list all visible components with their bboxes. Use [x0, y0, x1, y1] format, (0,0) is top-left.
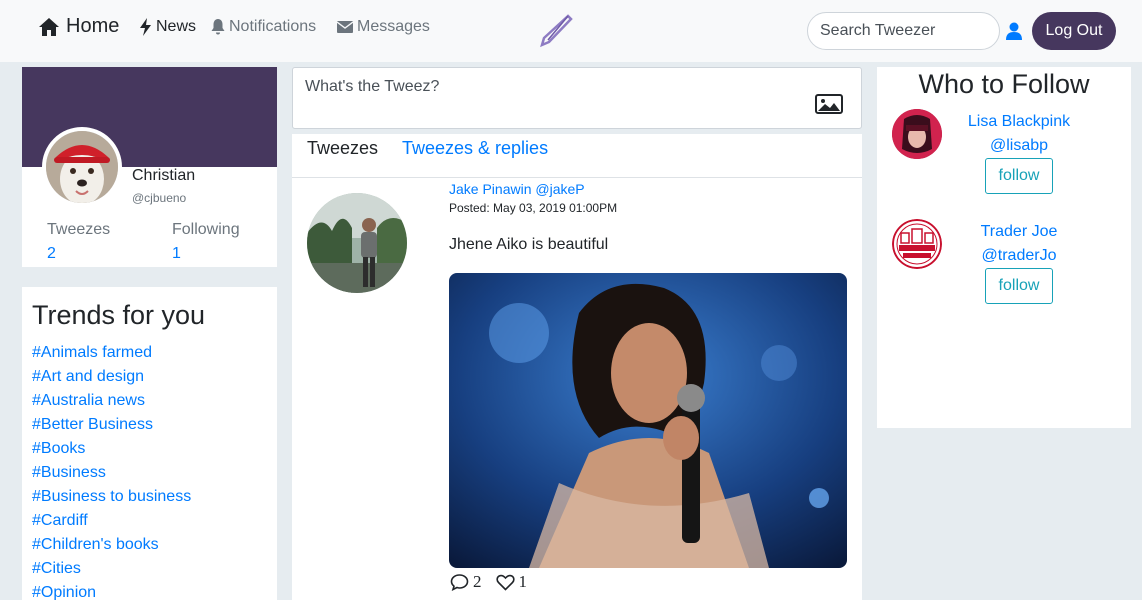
follow-button[interactable]: follow	[985, 268, 1053, 304]
tab-tweezes[interactable]: Tweezes	[307, 138, 378, 159]
following-stat-count[interactable]: 1	[172, 245, 181, 263]
nav-home-label: Home	[66, 15, 120, 37]
post-date: Posted: May 03, 2019 01:00PM	[449, 201, 618, 215]
nav-messages-label: Messages	[357, 18, 430, 35]
nav-notifications-link[interactable]: Notifications	[211, 18, 316, 36]
tweezes-stat-label: Tweezes	[47, 221, 111, 238]
trend-link[interactable]: #Business to business	[32, 485, 267, 509]
profile-handle: @cjbueno	[132, 191, 187, 205]
follow-user-name[interactable]: Trader Joe	[949, 223, 1089, 241]
tweezer-logo-icon[interactable]	[538, 14, 574, 48]
envelope-icon	[337, 21, 353, 33]
lisa-avatar-image	[892, 109, 942, 159]
bell-icon	[211, 19, 225, 35]
follow-user-handle[interactable]: @traderJo	[949, 247, 1089, 265]
post-actions: 2 1	[450, 572, 527, 592]
trend-link[interactable]: #Children's books	[32, 533, 267, 557]
heart-icon	[495, 574, 515, 591]
trend-link[interactable]: #Better Business	[32, 413, 267, 437]
follow-button[interactable]: follow	[985, 158, 1053, 194]
nav-news-label: News	[156, 18, 197, 35]
trader-joe-logo-image	[892, 219, 942, 269]
bolt-icon	[140, 18, 151, 36]
post-text: Jhene Aiko is beautiful	[449, 236, 609, 253]
post-author-avatar[interactable]	[307, 193, 407, 293]
who-to-follow-card: Who to Follow Lisa Blackpink @lisabp fol…	[877, 67, 1131, 428]
compose-textarea[interactable]	[293, 68, 861, 128]
nav-home-link[interactable]: Home	[38, 15, 119, 38]
post-image[interactable]	[449, 273, 847, 568]
home-icon	[39, 17, 59, 36]
tab-tweezes-replies[interactable]: Tweezes & replies	[402, 138, 548, 159]
comment-count: 2	[473, 572, 482, 591]
profile-avatar[interactable]	[42, 127, 122, 207]
trend-link[interactable]: #Art and design	[32, 365, 267, 389]
like-action[interactable]: 1	[495, 572, 528, 592]
follow-user-avatar[interactable]	[892, 219, 942, 269]
nav-messages-link[interactable]: Messages	[337, 18, 430, 36]
post-author[interactable]: Jake Pinawin @jakeP	[449, 181, 585, 197]
search-input[interactable]	[807, 12, 1000, 50]
navbar: Home News Notifications Messages Log Out	[0, 0, 1142, 62]
follow-user-avatar[interactable]	[892, 109, 942, 159]
nav-news-link[interactable]: News	[140, 18, 196, 36]
trend-link[interactable]: #Australia news	[32, 389, 267, 413]
following-stat-label: Following	[172, 221, 240, 238]
tweezes-stat-count[interactable]: 2	[47, 245, 56, 263]
trend-link[interactable]: #Books	[32, 437, 267, 461]
compose-box	[292, 67, 862, 129]
follow-user-handle[interactable]: @lisabp	[949, 137, 1089, 155]
trend-link[interactable]: #Business	[32, 461, 267, 485]
comment-action[interactable]: 2	[450, 572, 482, 592]
profile-card: Christian @cjbueno Tweezes 2 Following 1	[22, 67, 277, 267]
singer-photo	[449, 273, 847, 568]
image-upload-icon[interactable]	[815, 94, 843, 114]
logout-button[interactable]: Log Out	[1032, 12, 1116, 50]
like-count: 1	[518, 572, 528, 591]
trend-link[interactable]: #Animals farmed	[32, 341, 267, 365]
who-to-follow-title: Who to Follow	[918, 69, 1090, 99]
dog-avatar-image	[46, 131, 118, 203]
author-photo	[307, 193, 407, 293]
follow-user-name[interactable]: Lisa Blackpink	[949, 113, 1089, 131]
trend-link[interactable]: #Cardiff	[32, 509, 267, 533]
trends-title: Trends for you	[32, 300, 206, 330]
trend-link[interactable]: #Cities	[32, 557, 267, 581]
feed-panel: Tweezes Tweezes & replies Jake Pinawin @…	[292, 134, 862, 600]
comment-icon	[450, 574, 469, 591]
trends-card: Trends for you #Animals farmed #Art and …	[22, 287, 277, 600]
nav-notifications-label: Notifications	[229, 18, 317, 35]
profile-name: Christian	[132, 167, 196, 184]
feed-tabs: Tweezes Tweezes & replies	[292, 134, 862, 178]
trend-link[interactable]: #Opinion	[32, 581, 267, 600]
user-icon[interactable]	[1006, 22, 1022, 40]
